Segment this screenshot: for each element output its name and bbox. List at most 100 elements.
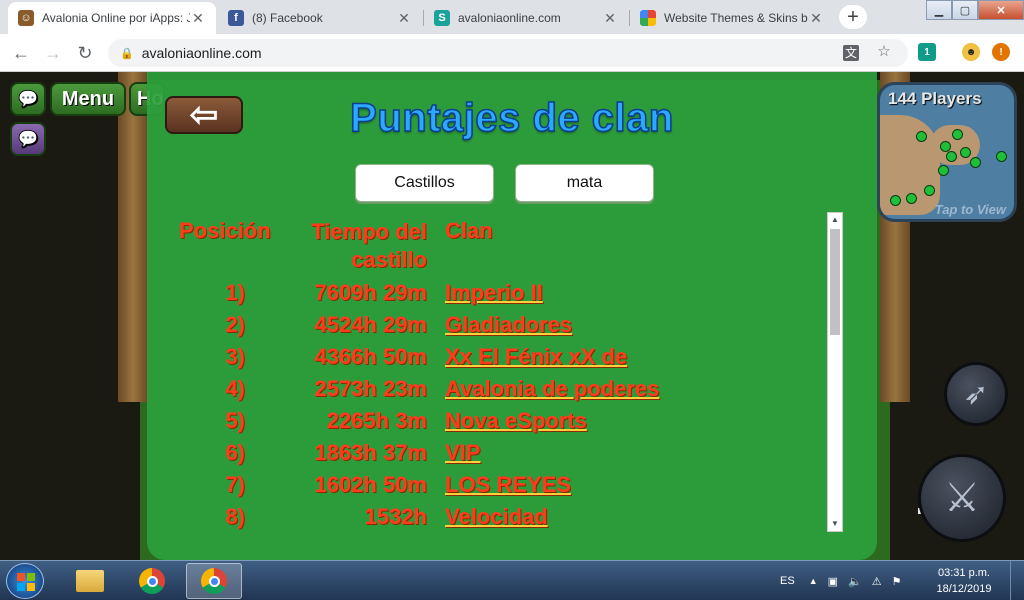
player-dot: [952, 129, 963, 140]
bow-arrows-button[interactable]: ➶: [944, 362, 1008, 426]
row-position: 1): [225, 280, 245, 305]
device-icon[interactable]: ▣: [828, 575, 838, 588]
scroll-down-arrow-icon[interactable]: ▼: [828, 517, 842, 531]
row-clan-link[interactable]: Avalonia de poderes: [445, 376, 659, 402]
translate-icon[interactable]: 文: [843, 45, 859, 61]
row-clan-link[interactable]: Imperio II: [445, 280, 543, 306]
player-dot: [916, 131, 927, 142]
address-bar[interactable]: 🔒 avaloniaonline.com: [108, 39, 908, 67]
themes-icon: [640, 10, 656, 26]
close-tab-icon[interactable]: ✕: [190, 10, 206, 27]
row-time: 2573h 23m: [314, 376, 427, 401]
player-dot: [996, 151, 1007, 162]
forward-arrow-icon[interactable]: →: [42, 42, 64, 64]
table-row: 6) 1863h 37m VIP: [147, 440, 867, 472]
network-icon[interactable]: ⚠: [872, 575, 882, 588]
browser-tab-strip: ☺ Avalonia Online por iApps: Ju ✕ f (8) …: [0, 0, 1024, 34]
extension-avatar-icon[interactable]: ☻: [962, 43, 980, 61]
clan-scores-panel: ⇦ Puntajes de clan Castillos mata Posici…: [147, 72, 877, 560]
url-text: avaloniaonline.com: [141, 45, 262, 61]
taskbar-chrome-active[interactable]: [186, 563, 242, 599]
position-column-header: Posición: [179, 218, 271, 243]
scroll-up-arrow-icon[interactable]: ▲: [828, 213, 842, 227]
row-position: 2): [225, 312, 245, 337]
player-dot: [890, 195, 901, 206]
tap-to-view-label: Tap to View: [934, 202, 1006, 217]
close-tab-icon[interactable]: ✕: [396, 10, 412, 27]
tab-avalonia[interactable]: ☺ Avalonia Online por iApps: Ju ✕: [8, 2, 216, 34]
row-time: 4366h 50m: [314, 344, 427, 369]
game-canvas[interactable]: 💬 Menu Ho 💬 144 Players Tap to View ➶ ⚔ …: [0, 72, 1024, 560]
start-button[interactable]: [6, 563, 44, 599]
windows-logo-icon: [17, 573, 35, 591]
scroll-thumb[interactable]: [830, 229, 840, 335]
row-time: 1602h 50m: [314, 472, 427, 497]
reload-icon[interactable]: ↻: [74, 42, 96, 64]
row-clan-link[interactable]: Nova eSports: [445, 408, 587, 434]
tab-title: Website Themes & Skins b: [664, 11, 808, 25]
row-clan-link[interactable]: Velocidad: [445, 504, 548, 530]
lock-icon: 🔒: [120, 47, 134, 60]
tab-title: (8) Facebook: [252, 11, 323, 25]
bookmark-star-icon[interactable]: ☆: [874, 42, 894, 60]
sword-attack-button[interactable]: ⚔: [918, 454, 1006, 542]
group-chat-button[interactable]: 💬: [10, 122, 46, 156]
taskbar-chrome[interactable]: [124, 563, 180, 599]
player-dot: [906, 193, 917, 204]
volume-icon[interactable]: 🔈: [848, 575, 862, 588]
row-time: 2265h 3m: [326, 408, 427, 433]
row-clan-link[interactable]: Xx El Fénix xX de: [445, 344, 627, 370]
row-position: 8): [225, 504, 245, 529]
taskbar-file-explorer[interactable]: [62, 563, 118, 599]
show-desktop-button[interactable]: [1010, 561, 1024, 600]
table-row: 3) 4366h 50m Xx El Fénix xX de: [147, 344, 867, 376]
maximize-button[interactable]: ▢: [952, 0, 978, 20]
clock[interactable]: 03:31 p.m. 18/12/2019: [934, 565, 994, 597]
chat-button[interactable]: 💬: [10, 82, 46, 116]
extension-badge: 1: [924, 46, 930, 58]
minimap[interactable]: 144 Players Tap to View: [877, 82, 1017, 222]
folder-icon: [76, 570, 104, 592]
facebook-icon: f: [228, 10, 244, 26]
tab-website-themes[interactable]: Website Themes & Skins b ✕: [630, 2, 834, 34]
tab-facebook[interactable]: f (8) Facebook ✕: [218, 2, 422, 34]
player-dot: [924, 185, 935, 196]
table-row: 1) 7609h 29m Imperio II: [147, 280, 867, 312]
flag-action-center-icon[interactable]: ⚑: [892, 575, 902, 588]
tab-castillos[interactable]: Castillos: [355, 164, 494, 202]
menu-label: Menu: [61, 87, 115, 110]
tab-title: Avalonia Online por iApps: Ju: [42, 11, 190, 25]
wooden-pillar-left: [118, 72, 148, 402]
close-window-button[interactable]: ✕: [978, 0, 1024, 20]
new-tab-button[interactable]: +: [839, 5, 867, 29]
show-hidden-icons-icon[interactable]: ▲: [809, 576, 818, 586]
back-arrow-icon[interactable]: ←: [10, 42, 32, 64]
tab-castillos-label: Castillos: [394, 174, 455, 191]
row-time: 1532h: [364, 504, 427, 529]
player-dot: [970, 157, 981, 168]
tab-mata[interactable]: mata: [515, 164, 654, 202]
row-position: 4): [225, 376, 245, 401]
row-clan-link[interactable]: LOS REYES: [445, 472, 571, 498]
list-scrollbar[interactable]: ▲ ▼: [827, 212, 843, 532]
profile-warning-icon[interactable]: !: [992, 43, 1010, 61]
language-indicator[interactable]: ES: [780, 575, 795, 587]
close-tab-icon[interactable]: ✕: [808, 10, 824, 27]
window-controls: ▁ ▢ ✕: [926, 0, 1024, 22]
minimize-button[interactable]: ▁: [926, 0, 952, 20]
table-row: 5) 2265h 3m Nova eSports: [147, 408, 867, 440]
tab-title: avaloniaonline.com: [458, 11, 561, 25]
windows-taskbar: ES ▲ ▣ 🔈 ⚠ ⚑ 03:31 p.m. 18/12/2019: [0, 560, 1024, 600]
close-tab-icon[interactable]: ✕: [602, 10, 618, 27]
clock-date: 18/12/2019: [936, 583, 992, 595]
row-clan-link[interactable]: Gladiadores: [445, 312, 572, 338]
extension-s-icon[interactable]: 1: [918, 43, 936, 61]
tab-avaloniaonline[interactable]: S avaloniaonline.com ✕: [424, 2, 628, 34]
menu-button[interactable]: Menu: [50, 82, 126, 116]
row-time: 4524h 29m: [314, 312, 427, 337]
game-favicon-icon: ☺: [18, 10, 34, 26]
clock-time: 03:31 p.m.: [938, 567, 990, 579]
row-clan-link[interactable]: VIP: [445, 440, 480, 466]
chrome-icon: [201, 568, 227, 594]
table-row: 7) 1602h 50m LOS REYES: [147, 472, 867, 504]
